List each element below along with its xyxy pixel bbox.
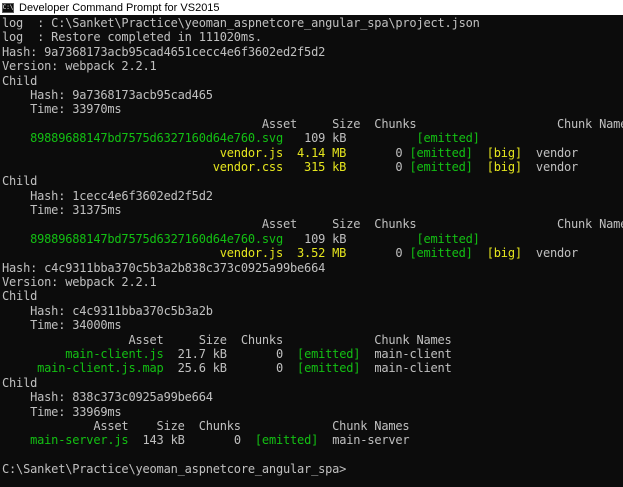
console-text-segment: [emitted]	[297, 346, 361, 361]
console-text-segment: Hash: 838c373c0925a99be664	[2, 390, 213, 405]
console-line: Version: webpack 2.2.1	[2, 275, 623, 289]
console-line: Child	[2, 376, 623, 390]
console-line: Asset Size Chunks Chunk Names	[2, 333, 623, 347]
console-text-segment: vendor.js 4.14 MB	[2, 145, 347, 160]
console-text-segment	[473, 160, 487, 174]
console-line: Time: 34000ms	[2, 318, 623, 332]
command-prompt-line: C:\Sanket\Practice\yeoman_aspnetcore_ang…	[2, 462, 623, 476]
console-text-segment: C:\Sanket\Practice\yeoman_aspnetcore_ang…	[2, 462, 347, 477]
console-text-segment: Time: 31375ms	[2, 203, 122, 218]
console-line: log : C:\Sanket\Practice\yeoman_aspnetco…	[2, 16, 623, 30]
console-text-segment: Time: 33969ms	[2, 404, 122, 419]
console-icon: C:\	[2, 2, 14, 13]
console-text-segment: 0	[346, 159, 410, 174]
console-text-segment: main-server.js	[2, 433, 129, 448]
console-text-segment	[473, 246, 487, 260]
console-text-segment: Child	[2, 289, 38, 304]
console-text-segment: Version: webpack 2.2.1	[2, 275, 157, 290]
console-text-segment: log : C:\Sanket\Practice\yeoman_aspnetco…	[2, 16, 480, 30]
console-text-segment: [emitted]	[416, 131, 480, 146]
console-text-segment: vendor	[521, 145, 579, 160]
console-text-segment: 89889688147bd7575d6327160d64e760.svg	[2, 231, 283, 246]
console-text-segment: [big]	[486, 246, 522, 261]
console-text-segment: 0	[346, 145, 410, 160]
console-line: vendor.css 315 kB 0 [emitted] [big] vend…	[2, 160, 623, 174]
console-line: 89889688147bd7575d6327160d64e760.svg 109…	[2, 232, 623, 246]
console-text-segment: main-client.js.map	[2, 361, 164, 376]
console-text-segment: vendor	[521, 159, 579, 174]
console-line: Time: 33969ms	[2, 405, 623, 419]
console-text-segment: 109 kB	[283, 131, 417, 146]
console-line: Hash: 9a7368173acb95cad465	[2, 88, 623, 102]
console-text-segment: Hash: c4c9311bba370c5b3a2b838c373c0925a9…	[2, 260, 326, 275]
console-line: Hash: c4c9311bba370c5b3a2b838c373c0925a9…	[2, 261, 623, 275]
console-text-segment: Asset Size Chunks Chunk Names	[2, 418, 410, 433]
console-text-segment: main-client	[360, 346, 452, 361]
console-text-segment: Hash: 9a7368173acb95cad465	[2, 87, 213, 102]
console-text-segment: 143 kB 0	[128, 433, 255, 448]
console-line: vendor.js 3.52 MB 0 [emitted] [big] vend…	[2, 246, 623, 260]
console-text-segment: [emitted]	[409, 246, 473, 261]
console-text-segment: [big]	[486, 159, 522, 174]
console-text-segment: Version: webpack 2.2.1	[2, 59, 157, 74]
console-text-segment: vendor	[521, 246, 579, 261]
title-bar[interactable]: C:\ Developer Command Prompt for VS2015	[0, 0, 623, 15]
console-text-segment: main-client.js	[2, 346, 164, 361]
console-text-segment: 0	[346, 246, 410, 261]
console-line: Hash: 1cecc4e6f3602ed2f5d2	[2, 189, 623, 203]
console-text-segment: [emitted]	[416, 231, 480, 246]
console-text-segment: Child	[2, 73, 38, 88]
console-text-segment: main-client	[360, 361, 452, 376]
console-text-segment: Child	[2, 375, 38, 390]
console-text-segment: Asset Size Chunks Chunk Names	[2, 332, 452, 347]
console-line: log : Restore completed in 111020ms.	[2, 30, 623, 44]
console-text-segment: Time: 34000ms	[2, 318, 122, 333]
console-text-segment: vendor.css 315 kB	[2, 159, 347, 174]
console-text-segment: Child	[2, 174, 38, 189]
console-text-segment: 21.7 kB 0	[163, 346, 298, 361]
console-line: main-client.js 21.7 kB 0 [emitted] main-…	[2, 347, 623, 361]
console-text-segment: Hash: 1cecc4e6f3602ed2f5d2	[2, 188, 213, 203]
console-text-segment: [big]	[486, 145, 522, 160]
console-line: Child	[2, 174, 623, 188]
console-text-segment: main-server	[318, 433, 410, 448]
console-line: Asset Size Chunks Chunk Names	[2, 217, 623, 231]
console-text-segment: 89889688147bd7575d6327160d64e760.svg	[2, 131, 283, 146]
command-prompt-window: C:\ Developer Command Prompt for VS2015 …	[0, 0, 623, 487]
console-text-segment: Time: 33970ms	[2, 102, 122, 117]
console-text-segment: Hash: 9a7368173acb95cad4651cecc4e6f3602e…	[2, 44, 326, 59]
console-line: vendor.js 4.14 MB 0 [emitted] [big] vend…	[2, 146, 623, 160]
console-line: Child	[2, 74, 623, 88]
console-line: Time: 31375ms	[2, 203, 623, 217]
console-line: Time: 33970ms	[2, 102, 623, 116]
console-text-segment: vendor.js 3.52 MB	[2, 246, 347, 261]
console-text-segment: [emitted]	[254, 433, 319, 448]
console-line: Version: webpack 2.2.1	[2, 59, 623, 73]
console-line: 89889688147bd7575d6327160d64e760.svg 109…	[2, 131, 623, 145]
console-line: Child	[2, 289, 623, 303]
console-text-segment: [emitted]	[409, 145, 473, 160]
console-output[interactable]: log : C:\Sanket\Practice\yeoman_aspnetco…	[0, 15, 623, 487]
console-text-segment: [emitted]	[297, 361, 361, 376]
console-line: Hash: 838c373c0925a99be664	[2, 390, 623, 404]
console-text-segment: 25.6 kB 0	[163, 361, 298, 376]
console-text-segment: [emitted]	[409, 159, 473, 174]
console-text-segment: Asset Size Chunks Chunk Names	[2, 217, 623, 232]
console-text-segment: 109 kB	[283, 231, 417, 246]
console-text-segment	[473, 146, 487, 160]
window-title: Developer Command Prompt for VS2015	[19, 1, 220, 14]
console-line: Asset Size Chunks Chunk Names	[2, 117, 623, 131]
console-line: main-client.js.map 25.6 kB 0 [emitted] m…	[2, 361, 623, 375]
console-line: Hash: 9a7368173acb95cad4651cecc4e6f3602e…	[2, 45, 623, 59]
console-text-segment: log : Restore completed in 111020ms.	[2, 30, 262, 45]
console-line: Asset Size Chunks Chunk Names	[2, 419, 623, 433]
console-text-segment: Hash: c4c9311bba370c5b3a2b	[2, 303, 213, 318]
console-line: Hash: c4c9311bba370c5b3a2b	[2, 304, 623, 318]
console-line: main-server.js 143 kB 0 [emitted] main-s…	[2, 433, 623, 447]
console-text-segment: Asset Size Chunks Chunk Names	[2, 116, 623, 131]
